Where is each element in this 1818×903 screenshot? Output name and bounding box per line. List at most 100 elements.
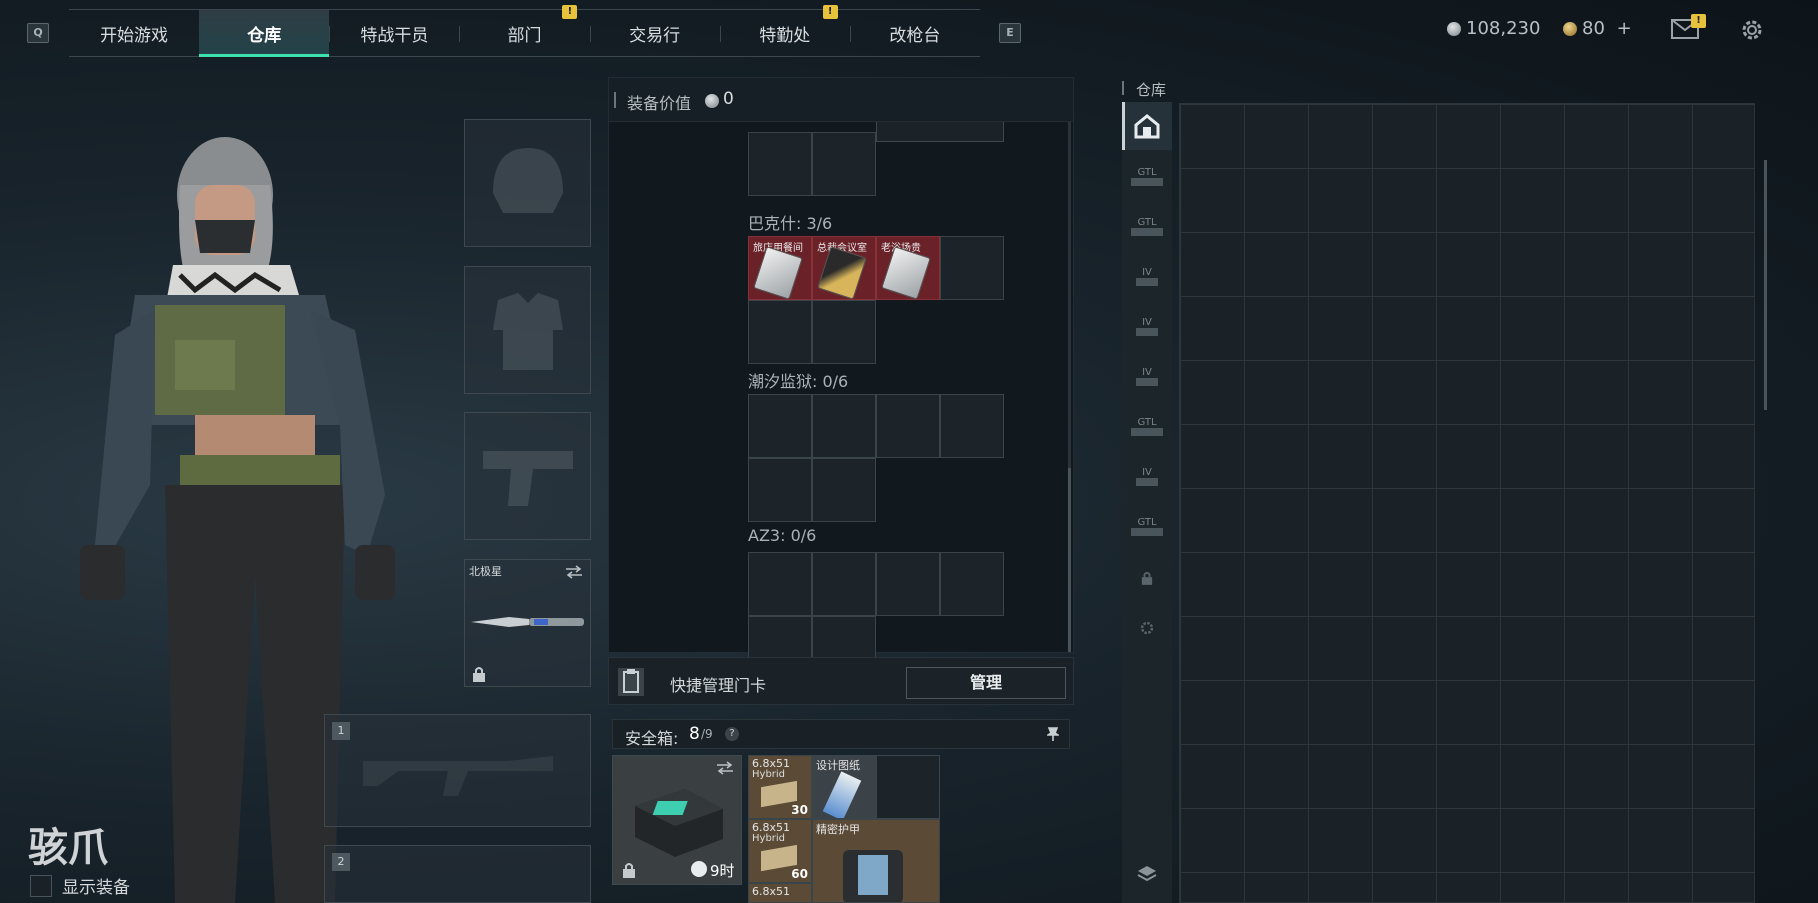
gear-icon [1140,621,1154,635]
keycard-cell[interactable] [940,236,1004,300]
lock-icon [473,667,485,682]
tab-special-ops[interactable]: 特勤处! [719,5,850,56]
keycard-cell[interactable] [748,458,812,522]
keycard-cell[interactable] [940,552,1004,616]
keycard-holder-icon [618,668,644,696]
mail-button[interactable]: ! [1671,14,1706,41]
keycard-panel: 装备价值 0 巴克什: 3/6 旅店用餐间 总裁会议室 老浴场贵 潮汐监狱: 0… [608,77,1074,680]
stash-settings-button[interactable] [1122,604,1172,652]
keycard-cell[interactable] [940,394,1004,458]
section-label-az3: AZ3: 0/6 [748,526,817,545]
safe-box-container[interactable]: 9时 [612,755,742,885]
keycard-cell[interactable] [748,394,812,458]
slot-number: 2 [332,853,350,871]
safe-box-icon [635,789,723,857]
stash-tab[interactable]: IV [1122,302,1172,350]
gold-amount: 80 [1582,18,1605,39]
show-gear-checkbox[interactable] [30,874,52,897]
pistol-slot[interactable] [464,412,591,540]
keycard-cell[interactable] [748,132,812,196]
gear-icon [1742,20,1762,40]
tab-trading[interactable]: 交易行 [589,10,720,56]
helmet-slot[interactable] [464,119,591,247]
help-icon[interactable]: ? [725,727,739,741]
melee-name: 北极星 [469,565,502,578]
prev-tab-key[interactable]: Q [27,23,49,43]
keycard-cell[interactable] [812,552,876,616]
stash-tab-main[interactable] [1122,102,1172,150]
silver-coin-icon [705,94,719,108]
lock-icon [1141,572,1153,585]
ammo-item[interactable]: 6.8x51 Hybrid 30 [748,755,812,819]
armor-slot[interactable] [464,266,591,394]
ammo-item[interactable]: 6.8x51 [748,883,812,903]
item-quantity: 60 [791,867,808,881]
mail-alert-badge: ! [1691,14,1706,28]
stash-layers-button[interactable] [1122,850,1172,898]
section-label-bakesh: 巴克什: 3/6 [748,214,833,233]
tab-operators[interactable]: 特战干员 [329,10,459,56]
keycard-cell[interactable] [876,394,940,458]
tab-gunsmith[interactable]: 改枪台 [849,10,980,56]
stash-grid[interactable] [1179,103,1755,903]
keycard-cell[interactable] [812,458,876,522]
stash-scrollbar[interactable] [1764,160,1767,410]
safe-box-label: 安全箱: [625,729,679,748]
main-nav: 开始游戏 仓库 特战干员 部门! 交易行 特勤处! 改枪台 [69,5,980,57]
tab-department[interactable]: 部门! [459,5,589,56]
stash-tab[interactable]: GTL [1122,152,1172,200]
keycard-cell[interactable] [812,394,876,458]
melee-slot[interactable]: 北极星 [464,559,591,687]
stash-tab[interactable]: GTL [1122,502,1172,550]
stash-tab[interactable]: GTL [1122,202,1172,250]
stash-tab[interactable]: IV [1122,452,1172,500]
tab-label: 特战干员 [360,25,429,46]
primary-weapon-slot-1[interactable]: 1 [324,714,591,827]
equipment-value: 0 [723,89,734,109]
lock-icon [623,863,635,878]
stash-tab[interactable]: IV [1122,352,1172,400]
stash-tab-locked [1122,554,1172,602]
show-gear-toggle[interactable]: 显示装备 [30,873,130,898]
ammo-item[interactable]: 6.8x51 Hybrid 60 [748,819,812,883]
tab-warehouse[interactable]: 仓库 [199,10,330,57]
alert-badge: ! [562,5,578,19]
swap-icon[interactable] [715,761,735,775]
blueprint-item[interactable]: 设计图纸 [812,755,876,819]
keycard-cell[interactable] [876,552,940,616]
item-name: 设计图纸 [816,759,860,772]
keycard-icon [817,246,867,299]
item-name: 6.8x51 [752,885,791,898]
gold-coin-icon [1563,22,1577,36]
pistol-icon [482,451,573,506]
primary-weapon-slot-2[interactable]: 2 [324,845,591,903]
tab-start-game[interactable]: 开始游戏 [69,10,199,56]
keycard-cell[interactable] [876,122,1004,142]
keycard-item[interactable]: 老浴场贵 [876,236,940,300]
pin-icon[interactable] [1047,727,1059,741]
stash-title-marker [1122,81,1124,95]
keycard-scroll-thumb[interactable] [1068,468,1071,652]
item-subname: Hybrid [752,833,786,844]
next-tab-key[interactable]: E [999,23,1021,43]
manage-button[interactable]: 管理 [906,667,1066,699]
show-gear-label: 显示装备 [62,878,130,898]
stash-tab[interactable]: IV [1122,252,1172,300]
safe-box-header: 安全箱: 8 /9 ? [612,719,1070,749]
tab-label: 改枪台 [889,25,941,46]
stash-tab[interactable]: GTL [1122,402,1172,450]
swap-icon[interactable] [564,565,584,579]
tab-label: 交易行 [629,25,681,46]
add-currency-button[interactable]: + [1617,18,1632,39]
armor-plate-item[interactable]: 精密护甲 [812,819,940,903]
silver-coin-icon [1447,22,1461,36]
safe-box-cell[interactable] [876,755,940,819]
keycard-item[interactable]: 旅店用餐间 [748,236,812,300]
keycard-cell[interactable] [812,300,876,364]
keycard-item[interactable]: 总裁会议室 [812,236,876,300]
keycard-cell[interactable] [748,300,812,364]
settings-button[interactable] [1739,17,1765,47]
keycard-cell[interactable] [748,552,812,616]
keycard-cell[interactable] [812,132,876,196]
equipment-value-label: 装备价值 [627,94,692,113]
